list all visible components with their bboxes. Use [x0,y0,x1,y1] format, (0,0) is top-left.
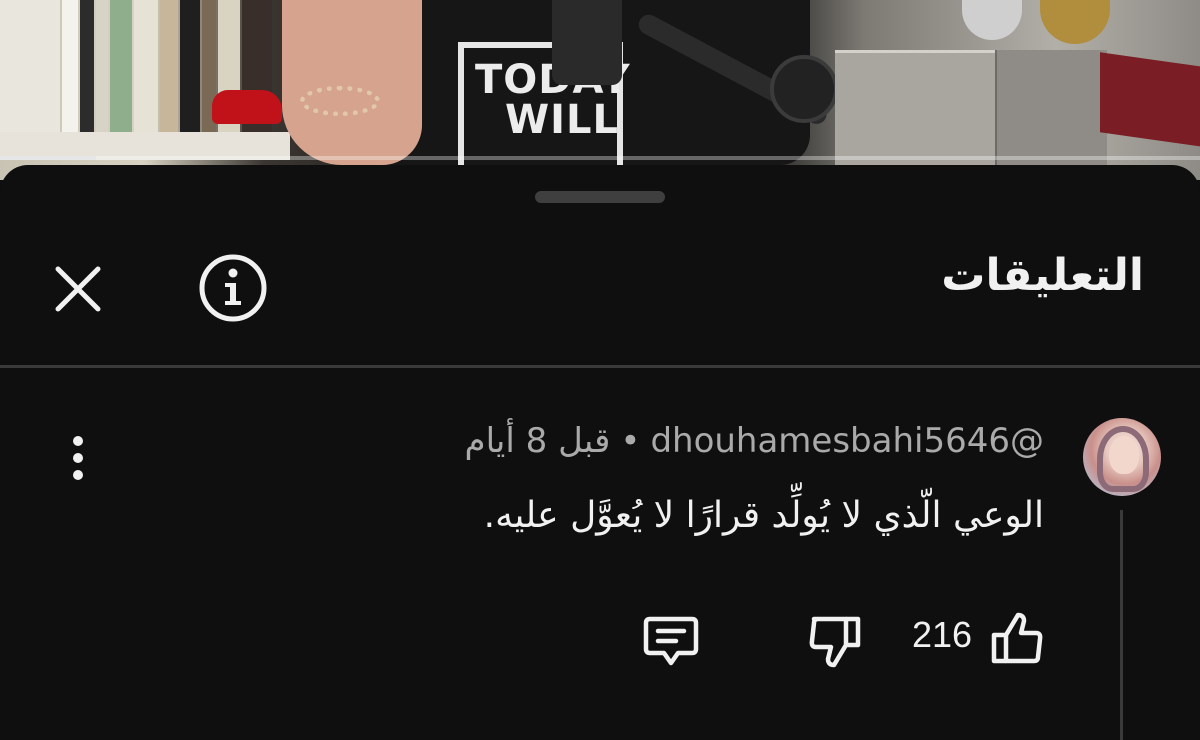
comment-author[interactable]: @dhouhamesbahi5646 [650,421,1044,461]
avatar[interactable] [1083,418,1161,496]
more-vert-icon [73,436,83,480]
comments-title: التعليقات [941,250,1144,301]
video-player[interactable]: TODAY WILL [0,0,1200,180]
avatar-face [1109,436,1139,474]
red-board [1100,52,1200,148]
drag-handle[interactable] [535,191,665,203]
close-button[interactable] [48,259,108,319]
dislike-button[interactable] [806,613,864,671]
reply-icon [643,616,699,666]
microphone [552,0,622,85]
cabinet [835,50,995,168]
bracelet [300,86,380,116]
plaque [1040,0,1110,44]
like-count: 216 [912,614,973,655]
meta-separator: • [620,421,641,461]
thumbs-up-icon [991,612,1043,664]
header-divider [0,365,1200,368]
info-icon [199,254,267,322]
comment-time: قبل 8 أيام [464,421,611,461]
reply-button[interactable] [640,613,702,669]
like-button[interactable] [988,609,1046,667]
video-progress-bar[interactable] [0,156,1200,160]
comment-meta: @dhouhamesbahi5646•قبل 8 أيام [465,421,1044,461]
comment-text: الوعي الّذي لا يُولِّد قرارًا لا يُعوَّل… [483,495,1044,536]
close-icon [55,266,101,312]
trophy [962,0,1022,40]
thumbs-down-icon [809,616,861,668]
video-progress-fill [0,156,96,160]
thread-line [1120,510,1123,740]
comments-sheet: التعليقات @dhouhamesbahi5646•قبل 8 أيام … [0,165,1200,740]
mic-joint [770,55,838,123]
toy-car [212,90,282,124]
presenter-arm [282,0,422,165]
more-options-button[interactable] [60,433,96,483]
info-button[interactable] [197,252,269,324]
cabinet-side [995,50,1107,165]
